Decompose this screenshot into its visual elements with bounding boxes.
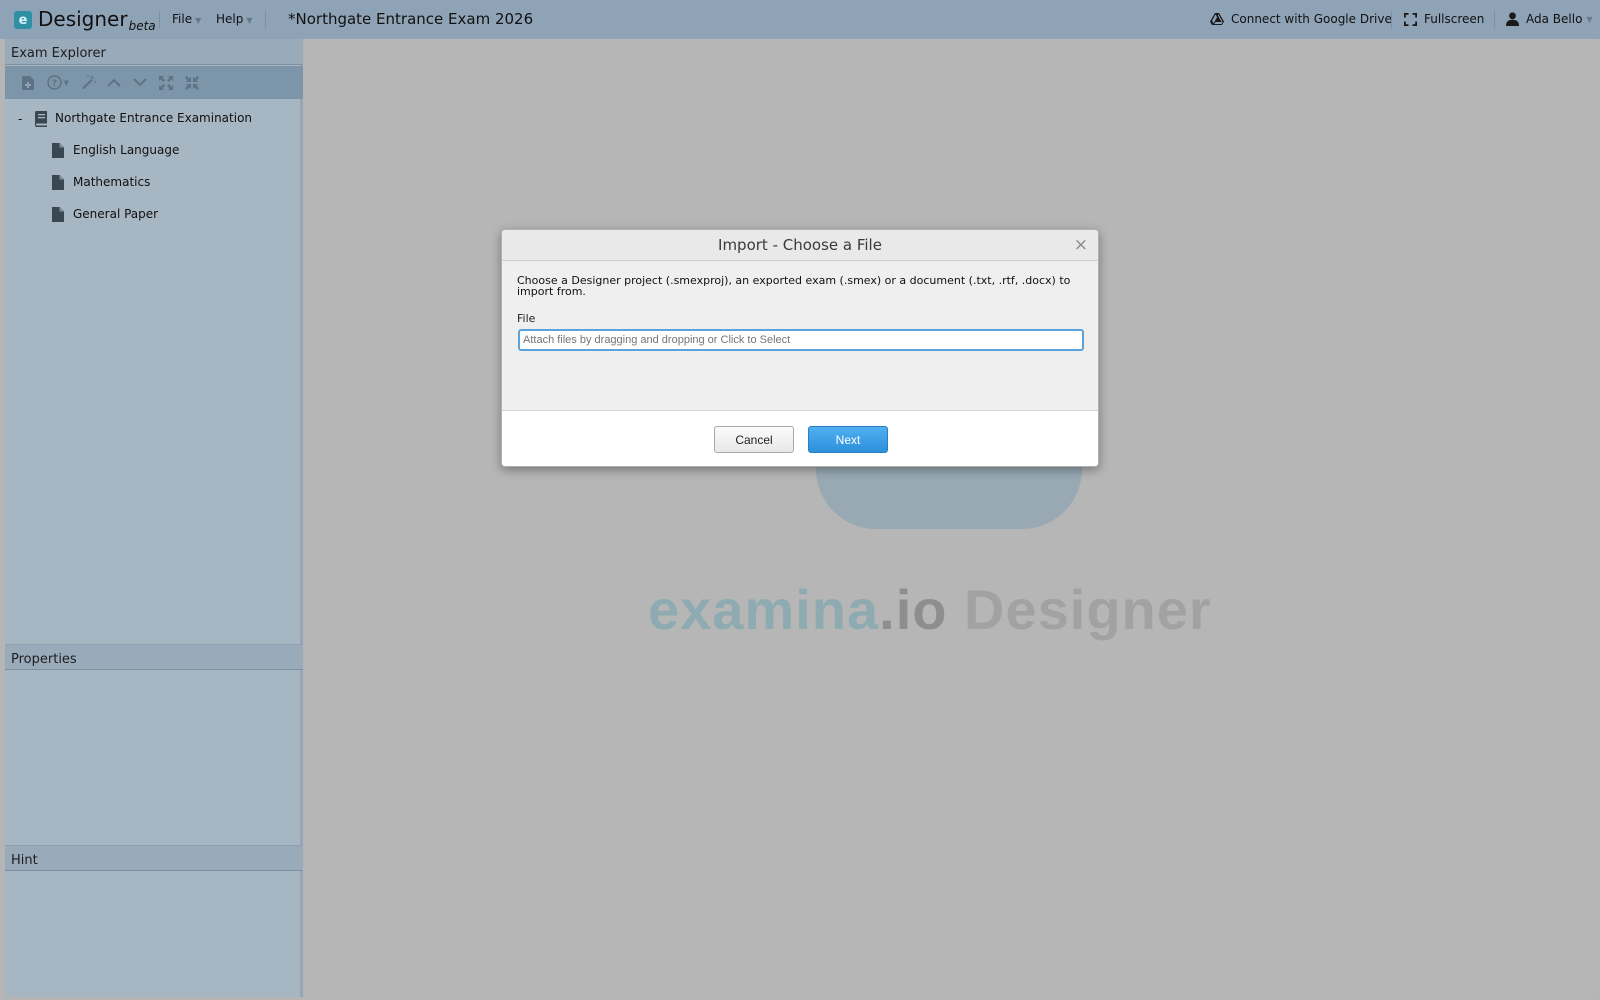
user-name: Ada Bello xyxy=(1526,12,1583,26)
drive-icon xyxy=(1210,13,1224,25)
chevron-down-icon xyxy=(133,78,147,87)
tree-item-label: English Language xyxy=(73,143,180,157)
menu-file[interactable]: File ▼ xyxy=(172,12,201,26)
watermark-part-io: .io xyxy=(879,578,948,641)
tree-item-label: General Paper xyxy=(73,207,159,221)
document-icon xyxy=(52,175,64,190)
beta-badge: beta xyxy=(128,19,156,33)
expand-all-button[interactable] xyxy=(153,70,179,96)
add-question-button[interactable]: ? ▼ xyxy=(41,70,75,96)
watermark-part-designer: Designer xyxy=(947,578,1212,641)
tree-item-mathematics[interactable]: Mathematics xyxy=(5,167,303,199)
dialog-footer: Cancel Next xyxy=(502,410,1098,466)
file-dropzone-input[interactable] xyxy=(518,329,1084,351)
close-icon[interactable]: × xyxy=(1074,235,1088,255)
document-icon xyxy=(52,207,64,222)
dialog-description: Choose a Designer project (.smexproj), a… xyxy=(517,274,1071,298)
chevron-up-icon xyxy=(107,78,121,87)
connect-google-drive-label: Connect with Google Drive xyxy=(1231,12,1392,26)
menu-separator xyxy=(159,11,160,28)
tree-item-root[interactable]: - Northgate Entrance Examination xyxy=(5,103,303,135)
tree-item-general-paper[interactable]: General Paper xyxy=(5,199,303,231)
compress-icon xyxy=(185,75,199,90)
left-panel: Exam Explorer ? ▼ - Northgate Entrance E… xyxy=(5,39,303,997)
dialog-title: Import - Choose a File xyxy=(718,236,882,254)
chevron-down-icon: ▼ xyxy=(246,16,253,25)
import-dialog: Import - Choose a File × Choose a Design… xyxy=(501,229,1099,467)
add-section-button[interactable] xyxy=(15,70,41,96)
move-down-button[interactable] xyxy=(127,70,153,96)
watermark-text: examina.io Designer xyxy=(648,577,1212,642)
collapse-toggle[interactable]: - xyxy=(18,112,22,126)
watermark-part-examina: examina xyxy=(648,578,880,641)
fullscreen-icon xyxy=(1404,12,1417,26)
chevron-down-icon: ▼ xyxy=(195,16,202,25)
user-icon xyxy=(1506,12,1519,26)
menu-file-label: File xyxy=(172,12,193,26)
action-separator xyxy=(1391,11,1392,28)
help-circle-icon: ? xyxy=(47,75,62,90)
action-separator xyxy=(1494,11,1495,28)
exam-explorer-header: Exam Explorer xyxy=(5,39,303,65)
expand-icon xyxy=(159,75,173,90)
user-menu[interactable]: Ada Bello ▼ xyxy=(1506,12,1593,26)
menu-separator xyxy=(265,11,266,28)
chevron-down-icon: ▼ xyxy=(1586,14,1593,24)
menu-help-label: Help xyxy=(216,12,244,26)
magic-wand-icon xyxy=(81,75,96,90)
app-name: Designerbeta xyxy=(38,7,156,33)
explorer-toolbar: ? ▼ xyxy=(5,66,303,99)
logo-icon: e xyxy=(14,11,32,29)
tree-item-label: Northgate Entrance Examination xyxy=(55,111,253,125)
fullscreen-button[interactable]: Fullscreen xyxy=(1404,12,1484,26)
add-file-icon xyxy=(22,75,34,90)
tree-item-label: Mathematics xyxy=(73,175,151,189)
tree-item-english-language[interactable]: English Language xyxy=(5,135,303,167)
top-bar: e Designerbeta File ▼ Help ▼ *Northgate En… xyxy=(0,0,1600,39)
properties-header: Properties xyxy=(5,644,303,670)
app-name-text: Designer xyxy=(38,7,128,31)
main-canvas: examina.io Designer xyxy=(306,39,1595,997)
menu-help[interactable]: Help ▼ xyxy=(216,12,253,26)
collapse-all-button[interactable] xyxy=(179,70,205,96)
book-icon xyxy=(35,111,47,127)
chevron-down-icon: ▼ xyxy=(63,78,70,87)
cancel-button[interactable]: Cancel xyxy=(714,426,794,453)
dialog-header: Import - Choose a File × xyxy=(502,230,1098,261)
hint-header: Hint xyxy=(5,845,303,871)
document-title: *Northgate Entrance Exam 2026 xyxy=(288,10,534,28)
document-icon xyxy=(52,143,64,158)
move-up-button[interactable] xyxy=(101,70,127,96)
exam-tree: - Northgate Entrance Examination English… xyxy=(5,103,303,231)
fullscreen-label: Fullscreen xyxy=(1424,12,1485,26)
magic-wand-button[interactable] xyxy=(75,70,101,96)
file-field-label: File xyxy=(517,312,536,325)
next-button[interactable]: Next xyxy=(808,426,888,453)
svg-text:?: ? xyxy=(52,79,57,89)
connect-google-drive-button[interactable]: Connect with Google Drive xyxy=(1210,12,1392,26)
